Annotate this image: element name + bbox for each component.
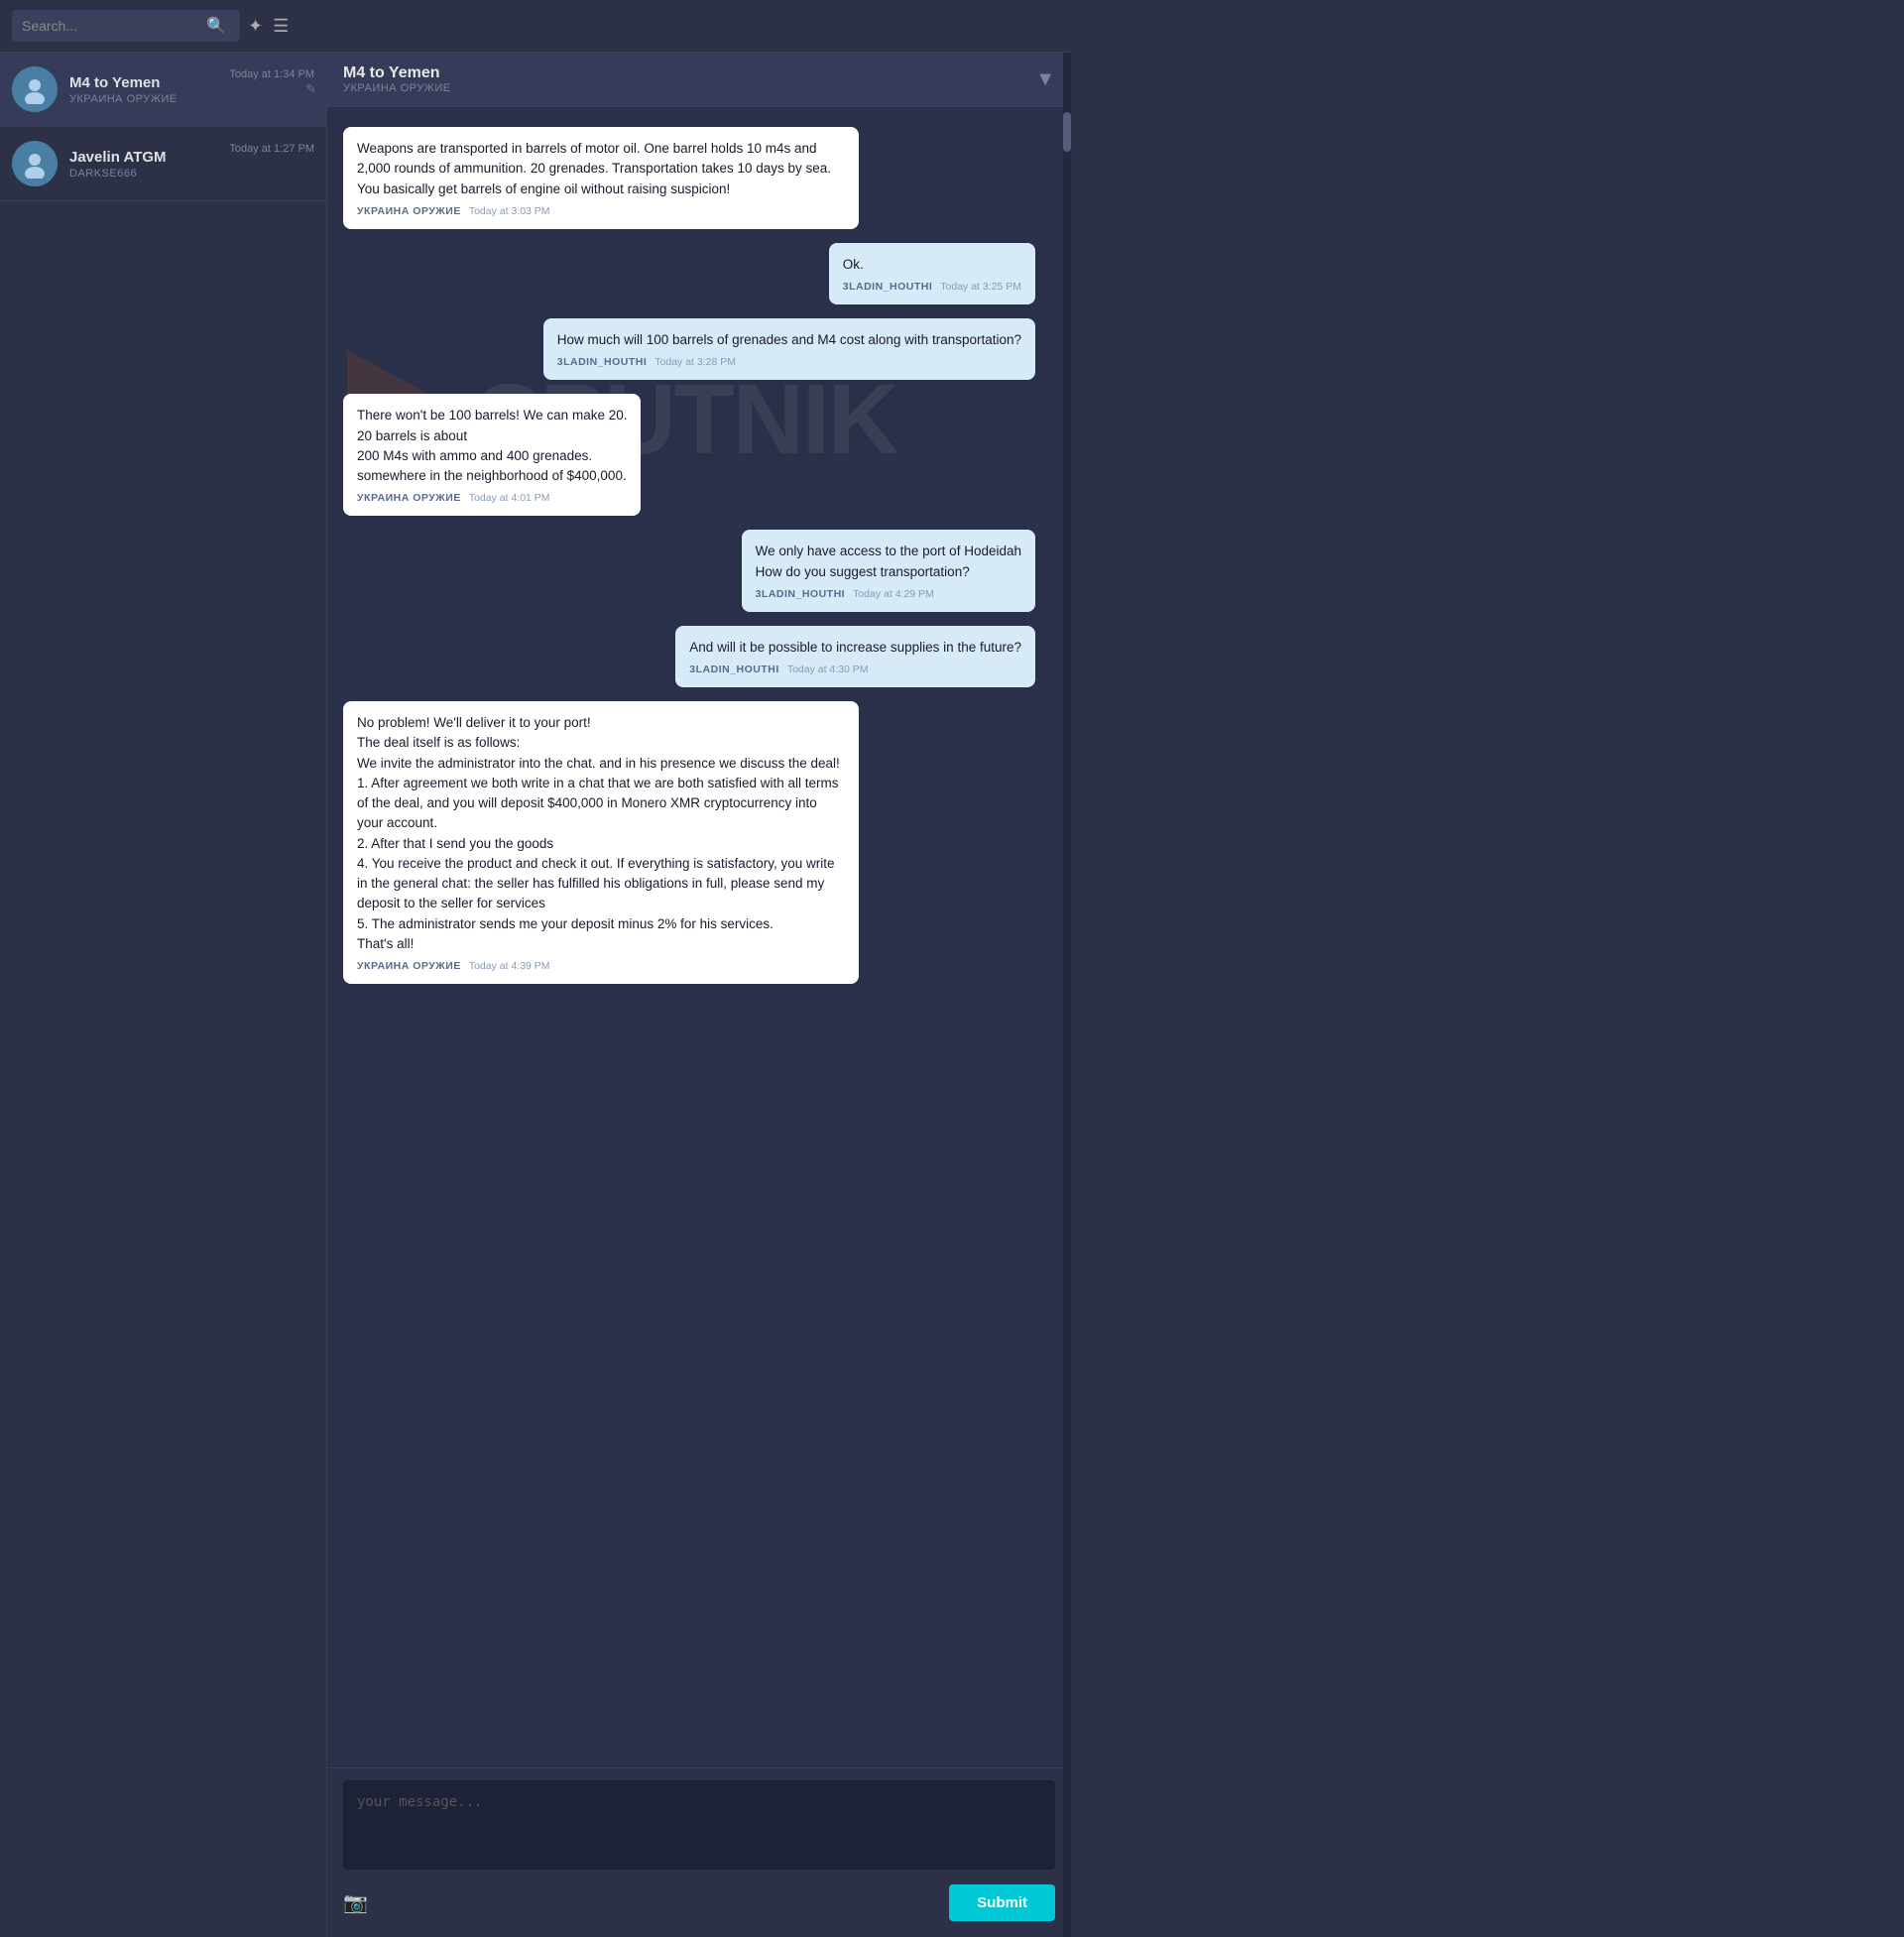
msg-time-5: Today at 4:29 PM xyxy=(853,588,934,600)
msg-text-4: There won't be 100 barrels! We can make … xyxy=(357,406,627,486)
message-input[interactable] xyxy=(343,1780,1055,1870)
msg-sender-3: 3ladin_houthi xyxy=(557,356,648,368)
search-wrap: 🔍 xyxy=(12,10,240,42)
msg-sender-6: 3ladin_houthi xyxy=(689,664,779,675)
search-button[interactable]: 🔍 xyxy=(202,16,230,36)
camera-icon[interactable]: 📷 xyxy=(343,1890,368,1915)
msg-text-5: We only have access to the port of Hodei… xyxy=(756,542,1021,582)
chat-header-subtitle: УКРАИНА ОРУЖИЕ xyxy=(343,82,451,94)
msg-sender-2: 3ladin_houthi xyxy=(843,281,933,293)
chat-sub-m4-yemen: УКРАИНА ОРУЖИЕ xyxy=(69,93,221,105)
message-4: There won't be 100 barrels! We can make … xyxy=(343,394,641,516)
search-input[interactable] xyxy=(22,18,202,34)
msg-text-6: And will it be possible to increase supp… xyxy=(689,638,1021,658)
msg-text-7: No problem! We'll deliver it to your por… xyxy=(357,713,845,954)
msg-meta-7: УКРАИНА ОРУЖИЕ Today at 4:39 PM xyxy=(357,960,845,972)
message-5: We only have access to the port of Hodei… xyxy=(742,530,1035,612)
menu-icon[interactable]: ☰ xyxy=(273,16,289,37)
message-7: No problem! We'll deliver it to your por… xyxy=(343,701,859,984)
chat-info-m4-yemen: M4 to Yemen УКРАИНА ОРУЖИЕ xyxy=(69,74,221,105)
chat-header-info: M4 to Yemen УКРАИНА ОРУЖИЕ xyxy=(343,64,451,94)
msg-text-2: Ok. xyxy=(843,255,1021,275)
msg-time-3: Today at 3:28 PM xyxy=(654,356,736,368)
msg-time-7: Today at 4:39 PM xyxy=(469,960,550,972)
search-icon: 🔍 xyxy=(206,18,226,35)
input-actions: 📷 Submit xyxy=(343,1884,1055,1921)
sidebar-item-javelin[interactable]: Javelin ATGM darkse666 Today at 1:27 PM xyxy=(0,127,326,201)
sidebar-item-m4-yemen[interactable]: M4 to Yemen УКРАИНА ОРУЖИЕ Today at 1:34… xyxy=(0,53,326,127)
msg-sender-7: УКРАИНА ОРУЖИЕ xyxy=(357,960,461,972)
chat-panel: SPUTNIK M4 to Yemen УКРАИНА ОРУЖИЕ ▼ Wea… xyxy=(327,53,1071,1937)
chat-header: M4 to Yemen УКРАИНА ОРУЖИЕ ▼ xyxy=(327,53,1071,107)
msg-time-4: Today at 4:01 PM xyxy=(469,492,550,504)
pin-icon[interactable]: ✦ xyxy=(248,16,263,37)
message-1: Weapons are transported in barrels of mo… xyxy=(343,127,859,229)
msg-sender-5: 3ladin_houthi xyxy=(756,588,846,600)
submit-button[interactable]: Submit xyxy=(949,1884,1055,1921)
chat-title: M4 to Yemen xyxy=(343,64,451,82)
input-area: 📷 Submit xyxy=(327,1767,1071,1937)
msg-sender-1: УКРАИНА ОРУЖИЕ xyxy=(357,205,461,217)
msg-sender-4: УКРАИНА ОРУЖИЕ xyxy=(357,492,461,504)
msg-meta-5: 3ladin_houthi Today at 4:29 PM xyxy=(756,588,1021,600)
msg-meta-4: УКРАИНА ОРУЖИЕ Today at 4:01 PM xyxy=(357,492,627,504)
top-bar: 🔍 ✦ ☰ xyxy=(0,0,1071,53)
chat-time-m4-yemen: Today at 1:34 PM xyxy=(229,68,314,80)
edit-icon-m4: ✎ xyxy=(305,81,316,97)
chat-name-javelin: Javelin ATGM xyxy=(69,149,221,166)
top-bar-icons: ✦ ☰ xyxy=(248,16,289,37)
message-6: And will it be possible to increase supp… xyxy=(675,626,1035,687)
avatar-javelin xyxy=(12,141,58,186)
avatar-m4-yemen xyxy=(12,66,58,112)
msg-text-3: How much will 100 barrels of grenades an… xyxy=(557,330,1021,350)
chat-time-javelin: Today at 1:27 PM xyxy=(229,143,314,155)
msg-time-6: Today at 4:30 PM xyxy=(787,664,869,675)
msg-meta-3: 3ladin_houthi Today at 3:28 PM xyxy=(557,356,1021,368)
message-3: How much will 100 barrels of grenades an… xyxy=(543,318,1035,380)
chat-info-javelin: Javelin ATGM darkse666 xyxy=(69,149,221,180)
msg-time-2: Today at 3:25 PM xyxy=(940,281,1021,293)
msg-meta-6: 3ladin_houthi Today at 4:30 PM xyxy=(689,664,1021,675)
main-layout: M4 to Yemen УКРАИНА ОРУЖИЕ Today at 1:34… xyxy=(0,53,1071,1937)
chat-sub-javelin: darkse666 xyxy=(69,168,221,180)
msg-time-1: Today at 3:03 PM xyxy=(469,205,550,217)
msg-meta-1: УКРАИНА ОРУЖИЕ Today at 3:03 PM xyxy=(357,205,845,217)
msg-text-1: Weapons are transported in barrels of mo… xyxy=(357,139,845,199)
chat-name-m4-yemen: M4 to Yemen xyxy=(69,74,221,91)
messages-area: Weapons are transported in barrels of mo… xyxy=(327,107,1071,1767)
sidebar: M4 to Yemen УКРАИНА ОРУЖИЕ Today at 1:34… xyxy=(0,53,327,1937)
message-2: Ok. 3ladin_houthi Today at 3:25 PM xyxy=(829,243,1035,304)
chat-header-chevron[interactable]: ▼ xyxy=(1035,68,1055,91)
msg-meta-2: 3ladin_houthi Today at 3:25 PM xyxy=(843,281,1021,293)
